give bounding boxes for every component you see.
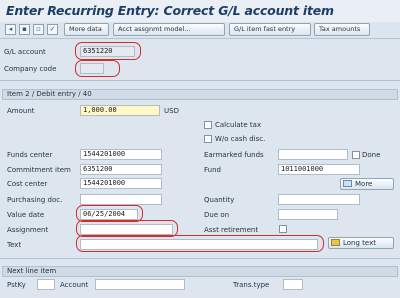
cost-center-label: Cost center	[7, 180, 48, 188]
text-label: Text	[7, 241, 22, 249]
company-code-label: Company code	[4, 65, 57, 73]
account-field[interactable]	[95, 279, 185, 290]
due-on-field[interactable]	[278, 209, 338, 220]
more-data-button[interactable]: More data	[64, 23, 109, 36]
fund-label: Fund	[204, 166, 221, 174]
gl-account-field[interactable]: 6351220	[80, 46, 135, 57]
title-bar: Enter Recurring Entry: Correct G/L accou…	[0, 0, 400, 23]
item-section-header: Item 2 / Debit entry / 40	[2, 89, 398, 100]
wo-cash-disc-label: W/o cash disc.	[215, 135, 266, 143]
done-checkbox[interactable]	[352, 151, 360, 159]
purchasing-doc-field[interactable]	[80, 194, 162, 205]
purchasing-doc-label: Purchasing doc.	[7, 196, 63, 204]
gl-item-fast-entry-button[interactable]: G/L item fast entry	[229, 23, 311, 36]
funds-center-field[interactable]: 1544201000	[80, 149, 162, 160]
asst-retirement-label: Asst retirement	[204, 226, 259, 234]
trans-type-label: Trans.type	[233, 281, 270, 289]
window-title: Enter Recurring Entry: Correct G/L accou…	[6, 3, 334, 18]
cost-center-field[interactable]: 1544201000	[80, 178, 162, 189]
next-line-item-header: Next line item	[2, 266, 398, 277]
due-on-label: Due on	[204, 211, 230, 219]
currency-label: USD	[164, 107, 179, 115]
long-text-button-label: Long text	[343, 239, 376, 247]
gl-account-label: G/L account	[4, 48, 46, 56]
quantity-label: Quantity	[204, 196, 235, 204]
acct-assignment-model-button[interactable]: Acct assgnmt model...	[113, 23, 225, 36]
separator	[0, 258, 400, 259]
save-icon[interactable]: ▪	[19, 24, 30, 35]
tax-amounts-button[interactable]: Tax amounts	[314, 23, 370, 36]
commitment-item-label: Commitment item	[7, 166, 71, 174]
value-date-label: Value date	[7, 211, 45, 219]
calculate-tax-label: Calculate tax	[215, 121, 262, 129]
posting-key-field[interactable]	[37, 279, 55, 290]
funds-center-label: Funds center	[7, 151, 53, 159]
more-button-label: More	[355, 180, 373, 188]
calculate-tax-checkbox[interactable]	[204, 121, 212, 129]
fund-field[interactable]: 1011001000	[278, 164, 360, 175]
wo-cash-disc-checkbox[interactable]	[204, 135, 212, 143]
choose-icon[interactable]: ✓	[47, 24, 58, 35]
company-code-field[interactable]	[80, 63, 104, 74]
more-button[interactable]: More	[340, 178, 394, 190]
doc-icon[interactable]: ▫	[33, 24, 44, 35]
assignment-label: Assignment	[7, 226, 49, 234]
amount-field[interactable]: 1,000.00	[80, 105, 160, 116]
done-label: Done	[362, 151, 381, 159]
quantity-field[interactable]	[278, 194, 360, 205]
posting-key-label: PstKy	[7, 281, 26, 289]
asst-retirement-checkbox[interactable]	[279, 225, 287, 233]
prev-icon[interactable]: ◂	[5, 24, 16, 35]
amount-label: Amount	[7, 107, 35, 115]
value-date-field[interactable]: 06/25/2004	[80, 209, 138, 220]
earmarked-funds-label: Earmarked funds	[204, 151, 264, 159]
long-text-icon	[331, 239, 340, 246]
commitment-item-field[interactable]: 6351200	[80, 164, 162, 175]
text-field[interactable]	[80, 239, 318, 250]
separator	[0, 80, 400, 81]
long-text-button[interactable]: Long text	[328, 237, 394, 249]
account-label: Account	[60, 281, 89, 289]
trans-type-field[interactable]	[283, 279, 303, 290]
more-arrow-icon	[343, 180, 352, 187]
earmarked-funds-field[interactable]	[278, 149, 348, 160]
assignment-field[interactable]	[80, 224, 173, 235]
